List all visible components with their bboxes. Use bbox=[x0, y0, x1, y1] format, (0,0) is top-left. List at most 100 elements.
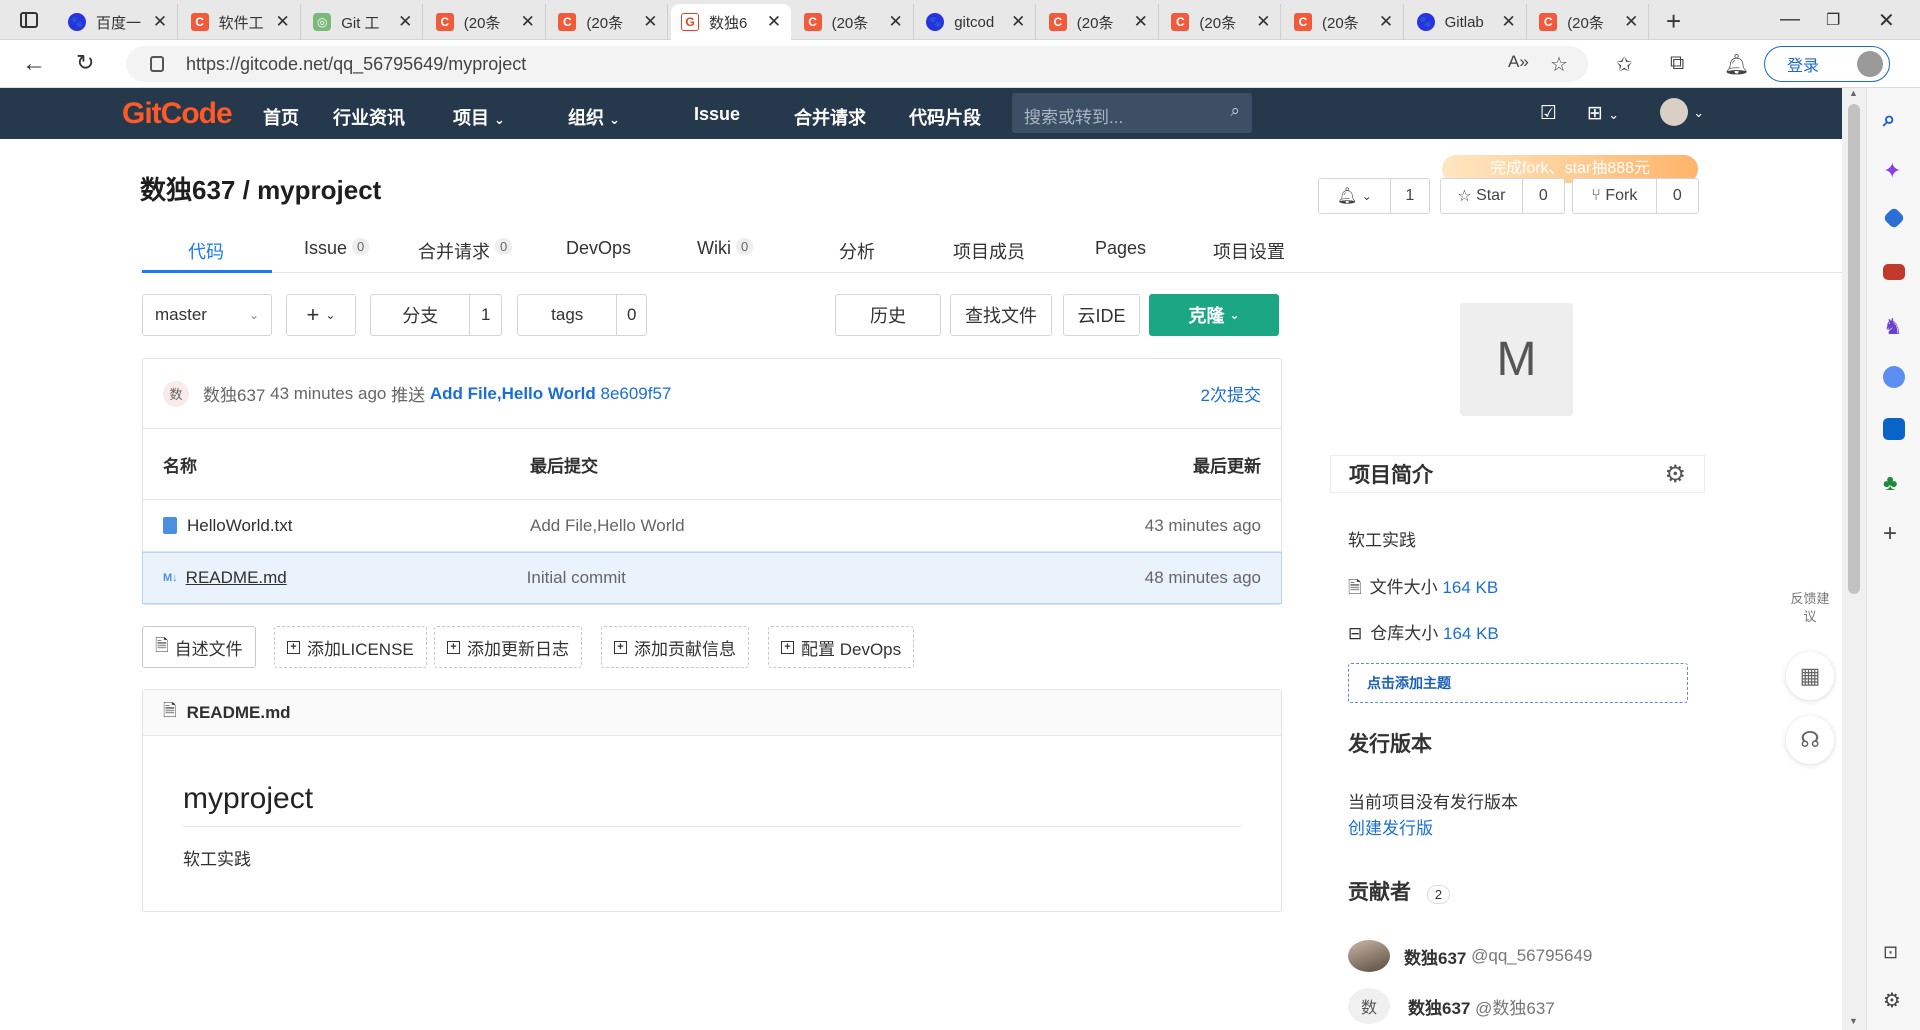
star-toggle[interactable]: ☆ Star bbox=[1441, 179, 1522, 213]
add-menu-button[interactable]: + ⌄ bbox=[286, 294, 356, 336]
file-name[interactable]: README.md bbox=[186, 568, 527, 588]
tags-button[interactable]: tags 0 bbox=[517, 294, 647, 336]
tab-analytics[interactable]: 分析 bbox=[839, 238, 875, 272]
refresh-icon[interactable]: ↻ bbox=[76, 50, 94, 76]
browser-tab[interactable]: 🐾 gitcod ✕ bbox=[916, 4, 1037, 40]
tab-close-icon[interactable]: ✕ bbox=[1007, 12, 1029, 32]
create-release-link[interactable]: 创建发行版 bbox=[1348, 814, 1433, 839]
browser-tab[interactable]: 🐾 百度一 ✕ bbox=[58, 4, 178, 40]
add-topic-button[interactable]: 点击添加主题 bbox=[1348, 663, 1688, 703]
browser-tab[interactable]: C (20条 ✕ bbox=[426, 4, 546, 40]
add-icon[interactable]: + bbox=[1883, 520, 1905, 547]
games-icon[interactable]: ♞ bbox=[1883, 314, 1905, 339]
contributor-item[interactable]: 数 数独637 @数独637 bbox=[1348, 988, 1555, 1024]
star-count[interactable]: 0 bbox=[1521, 179, 1564, 213]
add-license-button[interactable]: + 添加LICENSE bbox=[274, 626, 427, 668]
headset-icon[interactable]: ☊ bbox=[1786, 716, 1834, 764]
office-icon[interactable] bbox=[1883, 366, 1905, 388]
feedback-button[interactable]: 反馈建议 bbox=[1786, 590, 1834, 626]
nav-snippets[interactable]: 代码片段 bbox=[909, 104, 981, 130]
configure-devops-button[interactable]: + 配置 DevOps bbox=[768, 626, 915, 668]
contributor-name[interactable]: 数独637 bbox=[1408, 994, 1470, 1019]
scroll-up-icon[interactable]: ▲ bbox=[1849, 88, 1858, 98]
tab-close-icon[interactable]: ✕ bbox=[885, 12, 907, 32]
readme-filename[interactable]: README.md bbox=[187, 703, 291, 723]
tab-close-icon[interactable]: ✕ bbox=[1130, 12, 1152, 32]
browser-tab[interactable]: C (20条 ✕ bbox=[1284, 4, 1404, 40]
nav-news[interactable]: 行业资讯 bbox=[333, 104, 405, 130]
readme-button[interactable]: 🗎︎ 自述文件 bbox=[142, 626, 256, 668]
browser-tab[interactable]: C 软件工 ✕ bbox=[181, 4, 301, 40]
url-field[interactable]: https://gitcode.net/qq_56795649/myprojec… bbox=[126, 46, 1588, 82]
notifications-icon[interactable]: 🔔︎ bbox=[1724, 52, 1749, 77]
nav-merge-requests[interactable]: 合并请求 bbox=[794, 104, 866, 130]
new-tab-icon[interactable]: + bbox=[1666, 6, 1681, 37]
scrollbar-thumb[interactable] bbox=[1848, 104, 1860, 594]
browser-tab[interactable]: 🐾 Gitlab ✕ bbox=[1407, 4, 1527, 40]
collections-icon[interactable]: ⧉ bbox=[1670, 52, 1684, 75]
browser-tab[interactable]: ◎ Git 工 ✕ bbox=[303, 4, 424, 40]
profile-login-button[interactable]: 登录 bbox=[1764, 46, 1890, 82]
nav-issue[interactable]: Issue bbox=[694, 104, 740, 125]
tab-devops[interactable]: DevOps bbox=[566, 238, 631, 272]
search-icon[interactable]: ⌕ bbox=[1883, 106, 1905, 131]
tab-close-icon[interactable]: ✕ bbox=[1498, 12, 1520, 32]
file-name[interactable]: HelloWorld.txt bbox=[187, 516, 530, 536]
qr-code-icon[interactable]: ▦ bbox=[1786, 652, 1834, 700]
tab-close-icon[interactable]: ✕ bbox=[517, 12, 539, 32]
clone-button[interactable]: 克隆 ⌄ bbox=[1149, 294, 1279, 336]
star-button[interactable]: ☆ Star 0 bbox=[1440, 178, 1565, 214]
history-button[interactable]: 历史 bbox=[835, 294, 941, 336]
copilot-icon[interactable]: ✦ bbox=[1883, 158, 1905, 183]
commit-author[interactable]: 数独637 bbox=[203, 381, 265, 406]
watch-button[interactable]: 🔔︎ ⌄ 1 bbox=[1318, 178, 1430, 214]
tab-close-icon[interactable]: ✕ bbox=[394, 12, 416, 32]
fork-count[interactable]: 0 bbox=[1655, 179, 1698, 213]
tab-wiki[interactable]: Wiki 0 bbox=[697, 238, 754, 272]
shopping-icon[interactable] bbox=[1882, 206, 1906, 230]
tab-pages[interactable]: Pages bbox=[1095, 238, 1146, 272]
outlook-icon[interactable] bbox=[1883, 418, 1905, 440]
project-owner[interactable]: 数独637 bbox=[140, 175, 235, 205]
tab-code[interactable]: 代码 bbox=[188, 238, 224, 272]
fork-button[interactable]: ⑂ Fork 0 bbox=[1572, 178, 1699, 214]
tab-settings[interactable]: 项目设置 bbox=[1213, 238, 1285, 272]
commit-message[interactable]: Add File,Hello World bbox=[430, 384, 596, 404]
page-scrollbar[interactable]: ▲ ▼ bbox=[1842, 88, 1866, 1030]
browser-tab[interactable]: C (20条 ✕ bbox=[548, 4, 669, 40]
tab-actions-icon[interactable] bbox=[20, 12, 38, 28]
back-icon[interactable]: ← bbox=[22, 50, 46, 78]
watch-count[interactable]: 1 bbox=[1389, 179, 1429, 213]
create-new-icon[interactable]: ⊞ ⌄ bbox=[1587, 102, 1619, 125]
add-favorite-icon[interactable]: ☆ bbox=[1550, 52, 1568, 77]
window-close-icon[interactable]: ✕ bbox=[1878, 8, 1895, 33]
tab-issue[interactable]: Issue 0 bbox=[304, 238, 370, 272]
tab-close-icon[interactable]: ✕ bbox=[763, 12, 785, 32]
read-aloud-icon[interactable]: A» bbox=[1508, 52, 1529, 72]
add-changelog-button[interactable]: + 添加更新日志 bbox=[434, 626, 582, 668]
browser-tab[interactable]: C (20条 ✕ bbox=[794, 4, 914, 40]
tab-merge-requests[interactable]: 合并请求 0 bbox=[418, 238, 513, 272]
table-row[interactable]: HelloWorld.txt Add File,Hello World 43 m… bbox=[143, 500, 1281, 552]
contributor-item[interactable]: 数独637 @qq_56795649 bbox=[1348, 940, 1592, 972]
search-input[interactable]: 搜索或转到... ⌕ bbox=[1012, 93, 1252, 133]
file-last-commit[interactable]: Initial commit bbox=[527, 568, 626, 588]
sidebar-toggle-icon[interactable]: ⊡ bbox=[1883, 942, 1905, 964]
tab-close-icon[interactable]: ✕ bbox=[1620, 12, 1642, 32]
tab-close-icon[interactable]: ✕ bbox=[149, 12, 171, 32]
branches-button[interactable]: 分支 1 bbox=[370, 294, 502, 336]
browser-tab[interactable]: C (20条 ✕ bbox=[1039, 4, 1159, 40]
favorites-icon[interactable]: ✩ bbox=[1616, 52, 1633, 77]
todo-icon[interactable]: ☑ bbox=[1540, 102, 1557, 125]
browser-tab[interactable]: G 数独6 ✕ bbox=[671, 4, 791, 40]
nav-home[interactable]: 首页 bbox=[263, 104, 299, 130]
find-file-button[interactable]: 查找文件 bbox=[950, 294, 1052, 336]
nav-groups[interactable]: 组织 ⌄ bbox=[568, 104, 620, 130]
gitcode-logo[interactable]: GitCode bbox=[122, 97, 233, 131]
commit-count-link[interactable]: 2次提交 bbox=[1201, 381, 1261, 406]
branch-select[interactable]: master ⌄ bbox=[142, 294, 272, 336]
file-last-commit[interactable]: Add File,Hello World bbox=[530, 516, 685, 536]
settings-gear-icon[interactable]: ⚙ bbox=[1883, 988, 1905, 1012]
tools-icon[interactable] bbox=[1883, 264, 1905, 280]
tab-close-icon[interactable]: ✕ bbox=[1252, 12, 1274, 32]
